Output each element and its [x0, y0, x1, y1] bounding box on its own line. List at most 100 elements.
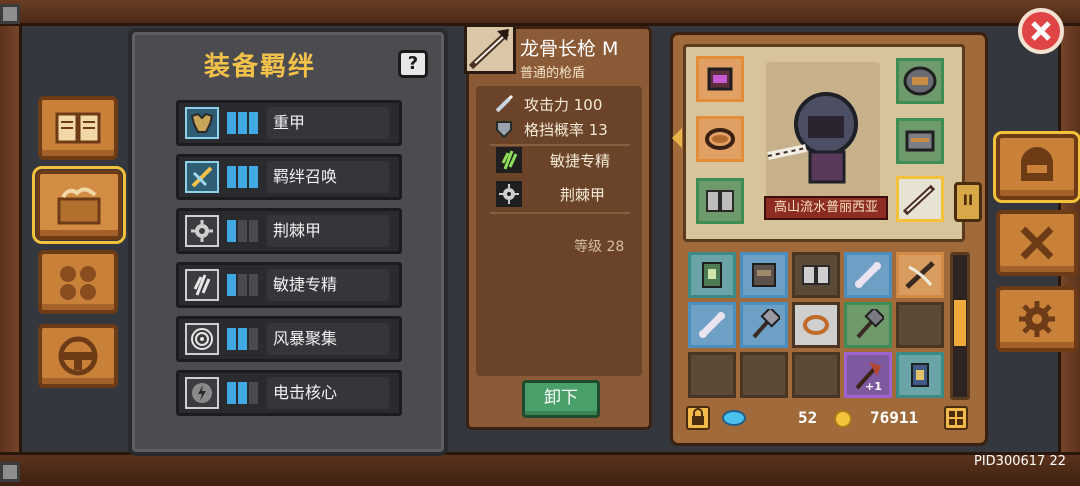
materials-icon — [60, 266, 96, 300]
bond-level-bars — [227, 220, 261, 242]
divider — [490, 212, 630, 214]
bond-level-bars — [227, 328, 261, 350]
crossed-tools-icon — [1020, 226, 1054, 260]
chest-armor-icon — [752, 263, 776, 287]
close-button[interactable] — [1018, 8, 1064, 54]
slot-ring[interactable] — [696, 116, 744, 162]
inventory-slot[interactable] — [844, 302, 892, 348]
slot-armor[interactable] — [896, 58, 944, 104]
bone-icon — [855, 262, 881, 288]
perk-label: 敏捷专精 — [550, 151, 611, 170]
bond-label: 重甲 — [267, 107, 389, 139]
treasure-chest-icon — [57, 187, 101, 225]
tab-bonds[interactable] — [32, 166, 126, 244]
ring-icon — [705, 128, 735, 150]
helmet-icon — [1021, 147, 1053, 181]
inventory-slot[interactable] — [896, 352, 944, 398]
knight-character-icon — [767, 92, 858, 184]
perk-agility: 敏捷专精 — [496, 147, 611, 173]
bond-level-bars — [227, 166, 261, 188]
inventory-slot[interactable] — [740, 252, 788, 298]
tab-settings[interactable] — [996, 286, 1078, 352]
block-label: 格挡概率 13 — [524, 120, 608, 139]
panel-pointer-icon — [672, 128, 682, 148]
sort-grid-icon[interactable] — [944, 406, 968, 430]
help-button[interactable]: ? — [398, 50, 428, 78]
slot-gauntlet[interactable] — [896, 118, 944, 164]
bond-row-heavy-armor[interactable]: 重甲 — [176, 100, 402, 146]
axe-icon: +1 — [855, 362, 882, 392]
inventory-slot-empty[interactable] — [740, 352, 788, 398]
close-icon — [1031, 21, 1051, 41]
crossbow-icon — [905, 261, 935, 289]
hero-name-banner: 高山流水普丽西亚 — [764, 196, 888, 220]
bond-row-shock-core[interactable]: 电击核心 — [176, 370, 402, 416]
lance-icon — [464, 24, 516, 74]
armor-icon — [903, 66, 937, 96]
gold-count: 76911 — [870, 408, 919, 427]
inventory-slot[interactable] — [740, 302, 788, 348]
attack-stat: 攻击力 100 — [494, 92, 602, 116]
gauntlet-icon — [905, 130, 935, 152]
inventory-slot[interactable] — [844, 252, 892, 298]
inventory-slot[interactable] — [688, 252, 736, 298]
slot-helmet[interactable] — [696, 56, 744, 102]
bond-level-bars — [227, 382, 261, 404]
item-name: 龙骨长枪 M — [520, 38, 619, 60]
summon-bond-icon — [185, 161, 219, 193]
bond-label: 电击核心 — [267, 377, 389, 409]
boots-icon — [706, 190, 734, 212]
storm-icon — [185, 323, 219, 355]
attack-label: 攻击力 100 — [524, 95, 603, 114]
bond-row-storm[interactable]: 风暴聚集 — [176, 316, 402, 362]
character-preview — [766, 62, 880, 212]
bond-row-agility[interactable]: 敏捷专精 — [176, 262, 402, 308]
inventory-slot[interactable] — [792, 252, 840, 298]
bond-row-summon[interactable]: 羁绊召唤 — [176, 154, 402, 200]
inventory-slot[interactable]: +1 — [844, 352, 892, 398]
lance-icon — [902, 184, 936, 216]
thorn-perk-icon — [496, 181, 522, 207]
heavy-armor-icon — [185, 107, 219, 139]
corner-stud — [0, 4, 20, 24]
tier-badge[interactable]: II — [954, 182, 982, 222]
tab-codex[interactable] — [38, 96, 118, 160]
slot-weapon-selected[interactable] — [896, 176, 944, 222]
block-stat: 格挡概率 13 — [494, 117, 608, 141]
ring-icon — [803, 315, 829, 335]
inventory-slot-empty[interactable] — [896, 302, 944, 348]
lock-icon[interactable] — [686, 406, 710, 430]
corner-stud — [0, 462, 20, 482]
perk-label: 荆棘甲 — [560, 185, 606, 204]
shock-core-icon — [185, 377, 219, 409]
wood-frame-top — [0, 0, 1080, 26]
unequip-button[interactable]: 卸下 — [522, 380, 600, 418]
inventory-slot[interactable] — [792, 302, 840, 348]
inventory-slot-empty[interactable] — [688, 352, 736, 398]
item-level: 等级 28 — [574, 239, 625, 255]
gold-coin-icon — [834, 410, 852, 428]
shield-icon — [496, 121, 512, 139]
wood-frame-left — [0, 26, 22, 452]
slot-boots[interactable] — [696, 178, 744, 224]
bond-level-bars — [227, 112, 261, 134]
inventory-slot[interactable] — [688, 302, 736, 348]
thorn-armor-icon — [185, 215, 219, 247]
agility-icon — [185, 269, 219, 301]
bond-label: 风暴聚集 — [267, 323, 389, 355]
bonds-title: 装备羁绊 — [203, 52, 316, 82]
inventory-slot-empty[interactable] — [792, 352, 840, 398]
tab-materials[interactable] — [38, 250, 118, 314]
perk-thorn: 荆棘甲 — [496, 181, 606, 207]
tab-skills[interactable] — [996, 210, 1078, 276]
player-id: PID300617 22 — [974, 454, 1066, 469]
tab-hero[interactable] — [993, 131, 1080, 203]
boots-icon — [802, 265, 830, 285]
sword-icon — [495, 94, 514, 113]
bond-row-thorn-armor[interactable]: 荆棘甲 — [176, 208, 402, 254]
tab-vehicle[interactable] — [38, 324, 118, 388]
hammer-icon — [752, 309, 780, 339]
inventory-slot[interactable] — [896, 252, 944, 298]
scrollbar-thumb[interactable] — [954, 300, 966, 346]
bond-label: 羁绊召唤 — [267, 161, 389, 193]
